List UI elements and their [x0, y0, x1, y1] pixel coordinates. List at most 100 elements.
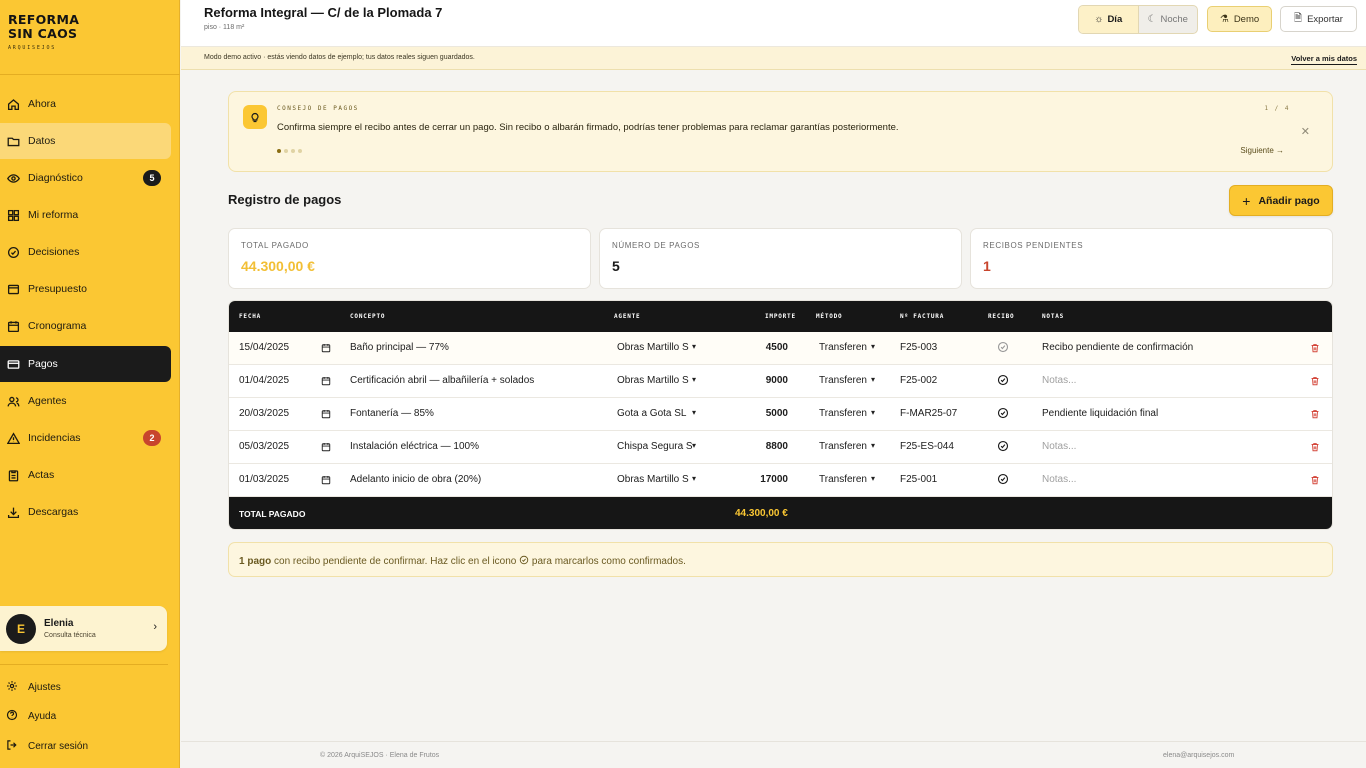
concept-input[interactable]: Baño principal — 77% — [350, 342, 449, 353]
download-icon — [6, 505, 20, 519]
tip-dot[interactable] — [291, 149, 295, 153]
receipt-confirmed-icon[interactable] — [997, 440, 1009, 455]
settings-link[interactable]: Ajustes — [6, 680, 61, 694]
amount-input[interactable]: 17000 — [728, 474, 788, 485]
concept-input[interactable]: Instalación eléctrica — 100% — [350, 441, 479, 452]
notes-input[interactable]: Notas... — [1042, 441, 1076, 452]
back-to-my-data-link[interactable]: Volver a mis datos — [1291, 54, 1357, 65]
receipt-confirmed-icon[interactable] — [997, 407, 1009, 422]
help-label: Ayuda — [28, 710, 57, 722]
table-row: 20/03/2025 Fontanería — 85% Gota a Gota SL… — [229, 398, 1332, 431]
concept-input[interactable]: Adelanto inicio de obra (20%) — [350, 474, 481, 485]
agent-select[interactable]: Obras Martillo S — [617, 342, 693, 353]
invoice-input[interactable]: F25-ES-044 — [900, 441, 954, 452]
sidebar-item-incidencias[interactable]: Incidencias 2 — [0, 420, 171, 456]
logout-link[interactable]: Cerrar sesión — [6, 739, 88, 753]
calendar-icon[interactable] — [321, 475, 331, 488]
users-icon — [6, 394, 20, 408]
date-input[interactable]: 05/03/2025 — [239, 441, 289, 452]
stat-value: 1 — [983, 258, 991, 274]
trash-icon[interactable] — [1310, 475, 1320, 488]
column-header-agent[interactable]: AGENTE — [614, 313, 640, 320]
tip-dot[interactable] — [284, 149, 288, 153]
amount-input[interactable]: 4500 — [728, 342, 788, 353]
demo-button[interactable]: ⚗ Demo — [1207, 6, 1272, 32]
sidebar-item-ahora[interactable]: Ahora — [0, 86, 171, 122]
date-input[interactable]: 01/03/2025 — [239, 474, 289, 485]
method-select[interactable]: Transferen — [819, 375, 871, 386]
tip-dot[interactable] — [298, 149, 302, 153]
date-input[interactable]: 01/04/2025 — [239, 375, 289, 386]
sidebar-item-diagnostico[interactable]: Diagnóstico 5 — [0, 160, 171, 196]
date-input[interactable]: 15/04/2025 — [239, 342, 289, 353]
agent-select[interactable]: Gota a Gota SL — [617, 408, 693, 419]
invoice-input[interactable]: F25-002 — [900, 375, 937, 386]
agent-select[interactable]: Chispa Segura S — [617, 441, 693, 452]
day-mode-button[interactable]: ☼ Día — [1079, 6, 1139, 33]
notes-input[interactable]: Recibo pendiente de confirmación — [1042, 342, 1193, 353]
notes-input[interactable]: Pendiente liquidación final — [1042, 408, 1158, 419]
method-select[interactable]: Transferen — [819, 408, 871, 419]
add-payment-button[interactable]: + Añadir pago — [1229, 185, 1333, 216]
night-mode-button[interactable]: ☾ Noche — [1139, 6, 1198, 33]
column-header-notes[interactable]: NOTAS — [1042, 313, 1064, 320]
sidebar-item-mi-reforma[interactable]: Mi reforma — [0, 197, 171, 233]
concept-input[interactable]: Fontanería — 85% — [350, 408, 434, 419]
agent-select[interactable]: Obras Martillo S — [617, 375, 693, 386]
method-select[interactable]: Transferen — [819, 474, 871, 485]
column-header-date[interactable]: FECHA — [239, 313, 261, 320]
calendar-icon[interactable] — [321, 343, 331, 356]
stat-payment-count: NÚMERO DE PAGOS 5 — [599, 228, 962, 289]
receipt-pending-icon[interactable] — [997, 341, 1009, 356]
trash-icon[interactable] — [1310, 376, 1320, 389]
footer-email-link[interactable]: elena@arquisejos.com — [1163, 752, 1234, 759]
sidebar-item-datos[interactable]: Datos — [0, 123, 171, 159]
amount-input[interactable]: 5000 — [728, 408, 788, 419]
sidebar-item-presupuesto[interactable]: Presupuesto — [0, 271, 171, 307]
export-button[interactable]: 🗎 Exportar — [1280, 6, 1357, 32]
calendar-icon[interactable] — [321, 409, 331, 422]
concept-input[interactable]: Certificación abril — albañilería + sola… — [350, 375, 534, 386]
method-select[interactable]: Transferen — [819, 441, 871, 452]
invoice-input[interactable]: F25-001 — [900, 474, 937, 485]
close-icon[interactable]: ✕ — [1301, 125, 1310, 138]
calendar-icon[interactable] — [321, 376, 331, 389]
column-header-method[interactable]: MÉTODO — [816, 313, 842, 320]
agent-select[interactable]: Obras Martillo S — [617, 474, 693, 485]
column-header-receipt[interactable]: RECIBO — [988, 313, 1014, 320]
day-mode-label: Día — [1107, 14, 1123, 25]
sidebar-item-agentes[interactable]: Agentes — [0, 383, 171, 419]
date-input[interactable]: 20/03/2025 — [239, 408, 289, 419]
sidebar-item-decisiones[interactable]: Decisiones — [0, 234, 171, 270]
sidebar-item-label: Agentes — [28, 395, 67, 407]
brand-logo[interactable]: REFORMA SIN CAOS ARQUISEJOS — [8, 13, 79, 52]
receipt-confirmed-icon[interactable] — [997, 374, 1009, 389]
trash-icon[interactable] — [1310, 343, 1320, 356]
notice-text-after: para marcarlos como confirmados. — [529, 556, 686, 567]
trash-icon[interactable] — [1310, 442, 1320, 455]
amount-input[interactable]: 9000 — [728, 375, 788, 386]
notes-input[interactable]: Notas... — [1042, 474, 1076, 485]
calendar-icon[interactable] — [321, 442, 331, 455]
sidebar-item-descargas[interactable]: Descargas — [0, 494, 171, 530]
column-header-amount[interactable]: IMPORTE — [765, 313, 796, 320]
tip-next-button[interactable]: Siguiente → — [1240, 146, 1284, 155]
sidebar-item-pagos[interactable]: Pagos — [0, 346, 171, 382]
method-select[interactable]: Transferen — [819, 342, 871, 353]
stat-label: TOTAL PAGADO — [241, 241, 309, 250]
column-header-invoice[interactable]: Nº FACTURA — [900, 313, 944, 320]
invoice-input[interactable]: F25-003 — [900, 342, 937, 353]
sidebar-item-actas[interactable]: Actas — [0, 457, 171, 493]
user-card[interactable]: E Elenia Consulta técnica › — [0, 606, 167, 651]
column-header-concept[interactable]: CONCEPTO — [350, 313, 385, 320]
amount-input[interactable]: 8800 — [728, 441, 788, 452]
eye-icon — [6, 171, 20, 185]
notes-input[interactable]: Notas... — [1042, 375, 1076, 386]
receipt-confirmed-icon[interactable] — [997, 473, 1009, 488]
tip-dot[interactable] — [277, 149, 281, 153]
help-link[interactable]: Ayuda — [6, 709, 56, 723]
sidebar-item-cronograma[interactable]: Cronograma — [0, 308, 171, 344]
invoice-input[interactable]: F-MAR25-07 — [900, 408, 957, 419]
sidebar-item-label: Actas — [28, 469, 55, 481]
trash-icon[interactable] — [1310, 409, 1320, 422]
